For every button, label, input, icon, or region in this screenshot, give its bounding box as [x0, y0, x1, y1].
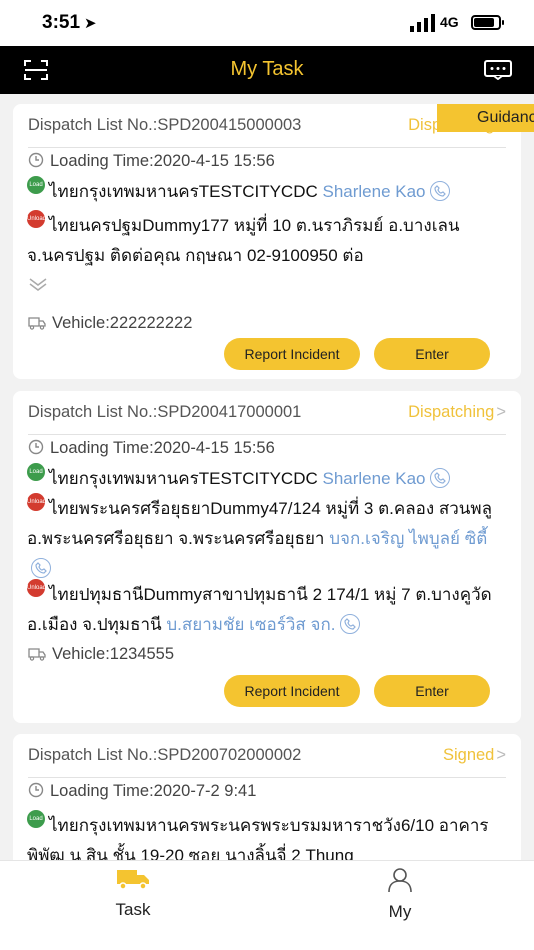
stop-contact[interactable]: บ.สยามชัย เซอร์วิส จก. — [166, 615, 335, 634]
enter-button[interactable]: Enter — [374, 675, 490, 707]
loading-label: Loading Time: — [50, 439, 154, 457]
clock-icon — [28, 439, 44, 455]
divider — [28, 147, 506, 148]
page-title: My Task — [230, 58, 304, 80]
task-card[interactable]: Dispatch List No.:SPD200417000001 Dispat… — [13, 391, 521, 723]
loading-time: 2020-4-15 15:56 — [153, 152, 275, 170]
stop-contact[interactable]: Sharlene Kao — [322, 182, 425, 201]
stop-load: Load ไทยกรุงเทพมหานครTESTCITYCDC Sharlene… — [27, 176, 511, 206]
divider — [28, 434, 506, 435]
status-time: 3:51 ➤ — [42, 12, 97, 34]
status-bar: 3:51 ➤ 4G — [0, 0, 534, 46]
network-label: 4G — [440, 14, 459, 30]
phone-icon[interactable] — [429, 468, 450, 488]
stop-unload: Unload ไทยพระนครศรีอยุธยาDummy47/124 หมู่… — [27, 493, 511, 583]
vehicle-row: Vehicle:1234555 — [28, 645, 506, 664]
loading-time-row: Loading Time:2020-7-2 9:41 — [28, 782, 506, 801]
truck-icon — [28, 648, 46, 661]
phone-icon[interactable] — [429, 181, 450, 201]
truck-icon — [117, 870, 149, 890]
stop-address: ไทยกรุงเทพมหานครTESTCITYCDC — [49, 182, 318, 201]
truck-icon — [28, 317, 46, 330]
stop-unload: Unload ไทยนครปฐมDummy177 หมู่ที่ 10 ต.นรา… — [27, 210, 511, 270]
vehicle-row: Vehicle:222222222 — [28, 314, 506, 333]
vehicle-number: 222222222 — [109, 314, 193, 332]
vehicle-label: Vehicle: — [52, 645, 110, 663]
tab-bar: Task My — [0, 860, 534, 950]
dispatch-status[interactable]: Dispatching> — [408, 403, 506, 422]
divider — [28, 777, 506, 778]
clock-icon — [28, 782, 44, 798]
task-list[interactable]: Dispatch List No.:SPD200415000003 Dispat… — [0, 94, 534, 860]
dispatch-number: SPD200417000001 — [157, 403, 302, 421]
loading-label: Loading Time: — [50, 782, 154, 800]
stop-address: ไทยนครปฐมDummy177 หมู่ที่ 10 ต.นราภิรมย์… — [27, 216, 460, 265]
unload-badge-icon: Unload — [27, 210, 45, 228]
report-incident-button[interactable]: Report Incident — [224, 338, 360, 370]
load-badge-icon: Load — [27, 463, 45, 481]
card-header: Dispatch List No.:SPD200702000002 Signed… — [28, 746, 506, 772]
unload-badge-icon: Unload — [27, 579, 45, 597]
enter-button[interactable]: Enter — [374, 338, 490, 370]
task-card[interactable]: Dispatch List No.:SPD200702000002 Signed… — [13, 734, 521, 860]
vehicle-label: Vehicle: — [52, 314, 110, 332]
card-header: Dispatch List No.:SPD200415000003 Dispat… — [28, 116, 506, 142]
report-incident-button[interactable]: Report Incident — [224, 675, 360, 707]
load-badge-icon: Load — [27, 176, 45, 194]
stop-unload: Unload ไทยปทุมธานีDummyสาขาปทุมธานี 2 174… — [27, 579, 511, 639]
clock-text: 3:51 — [42, 12, 81, 33]
stop-load: Load ไทยกรุงเทพมหานครTESTCITYCDC Sharlene… — [27, 463, 511, 493]
signal-icon — [410, 14, 435, 32]
load-badge-icon: Load — [27, 810, 45, 828]
dispatch-number: SPD200415000003 — [157, 116, 302, 134]
message-icon[interactable] — [484, 60, 512, 80]
vehicle-number: 1234555 — [109, 645, 175, 663]
dispatch-label: Dispatch List No.: — [28, 116, 158, 134]
loading-time-row: Loading Time:2020-4-15 15:56 — [28, 152, 506, 171]
unload-badge-icon: Unload — [27, 493, 45, 511]
stop-contact[interactable]: บจก.เจริญ ไพบูลย์ ซิตี้ — [329, 529, 487, 548]
tab-task[interactable]: Task — [83, 867, 183, 920]
stop-contact[interactable]: Sharlene Kao — [322, 469, 425, 488]
stop-address: ไทยกรุงเทพมหานครพระนครพระบรมมหาราชวัง6/1… — [27, 816, 489, 860]
loading-time: 2020-4-15 15:56 — [153, 439, 275, 457]
battery-icon — [471, 15, 504, 30]
loading-time: 2020-7-2 9:41 — [153, 782, 257, 800]
dispatch-status[interactable]: Signed > — [443, 746, 506, 765]
card-header: Dispatch List No.:SPD200417000001 Dispat… — [28, 403, 506, 429]
dispatch-number: SPD200702000002 — [157, 746, 302, 764]
expand-down-icon[interactable] — [28, 276, 48, 292]
stop-address: ไทยกรุงเทพมหานครTESTCITYCDC — [49, 469, 318, 488]
phone-icon[interactable] — [31, 558, 51, 578]
tab-label: Task — [115, 900, 151, 919]
loading-time-row: Loading Time:2020-4-15 15:56 — [28, 439, 506, 458]
tab-label: My — [388, 902, 412, 921]
location-arrow-icon: ➤ — [84, 15, 97, 32]
chevron-right-icon: > — [496, 746, 506, 764]
loading-label: Loading Time: — [50, 152, 154, 170]
chevron-right-icon: > — [496, 403, 506, 421]
tab-my[interactable]: My — [350, 867, 450, 922]
phone-icon[interactable] — [339, 614, 360, 634]
guidance-tab[interactable]: Guidance — [437, 104, 534, 132]
user-icon — [388, 868, 412, 893]
stop-load: Load ไทยกรุงเทพมหานครพระนครพระบรมมหาราชวั… — [27, 810, 511, 860]
nav-bar: My Task — [0, 46, 534, 94]
clock-icon — [28, 152, 44, 168]
dispatch-label: Dispatch List No.: — [28, 403, 158, 421]
task-card[interactable]: Dispatch List No.:SPD200415000003 Dispat… — [13, 104, 521, 379]
dispatch-label: Dispatch List No.: — [28, 746, 158, 764]
